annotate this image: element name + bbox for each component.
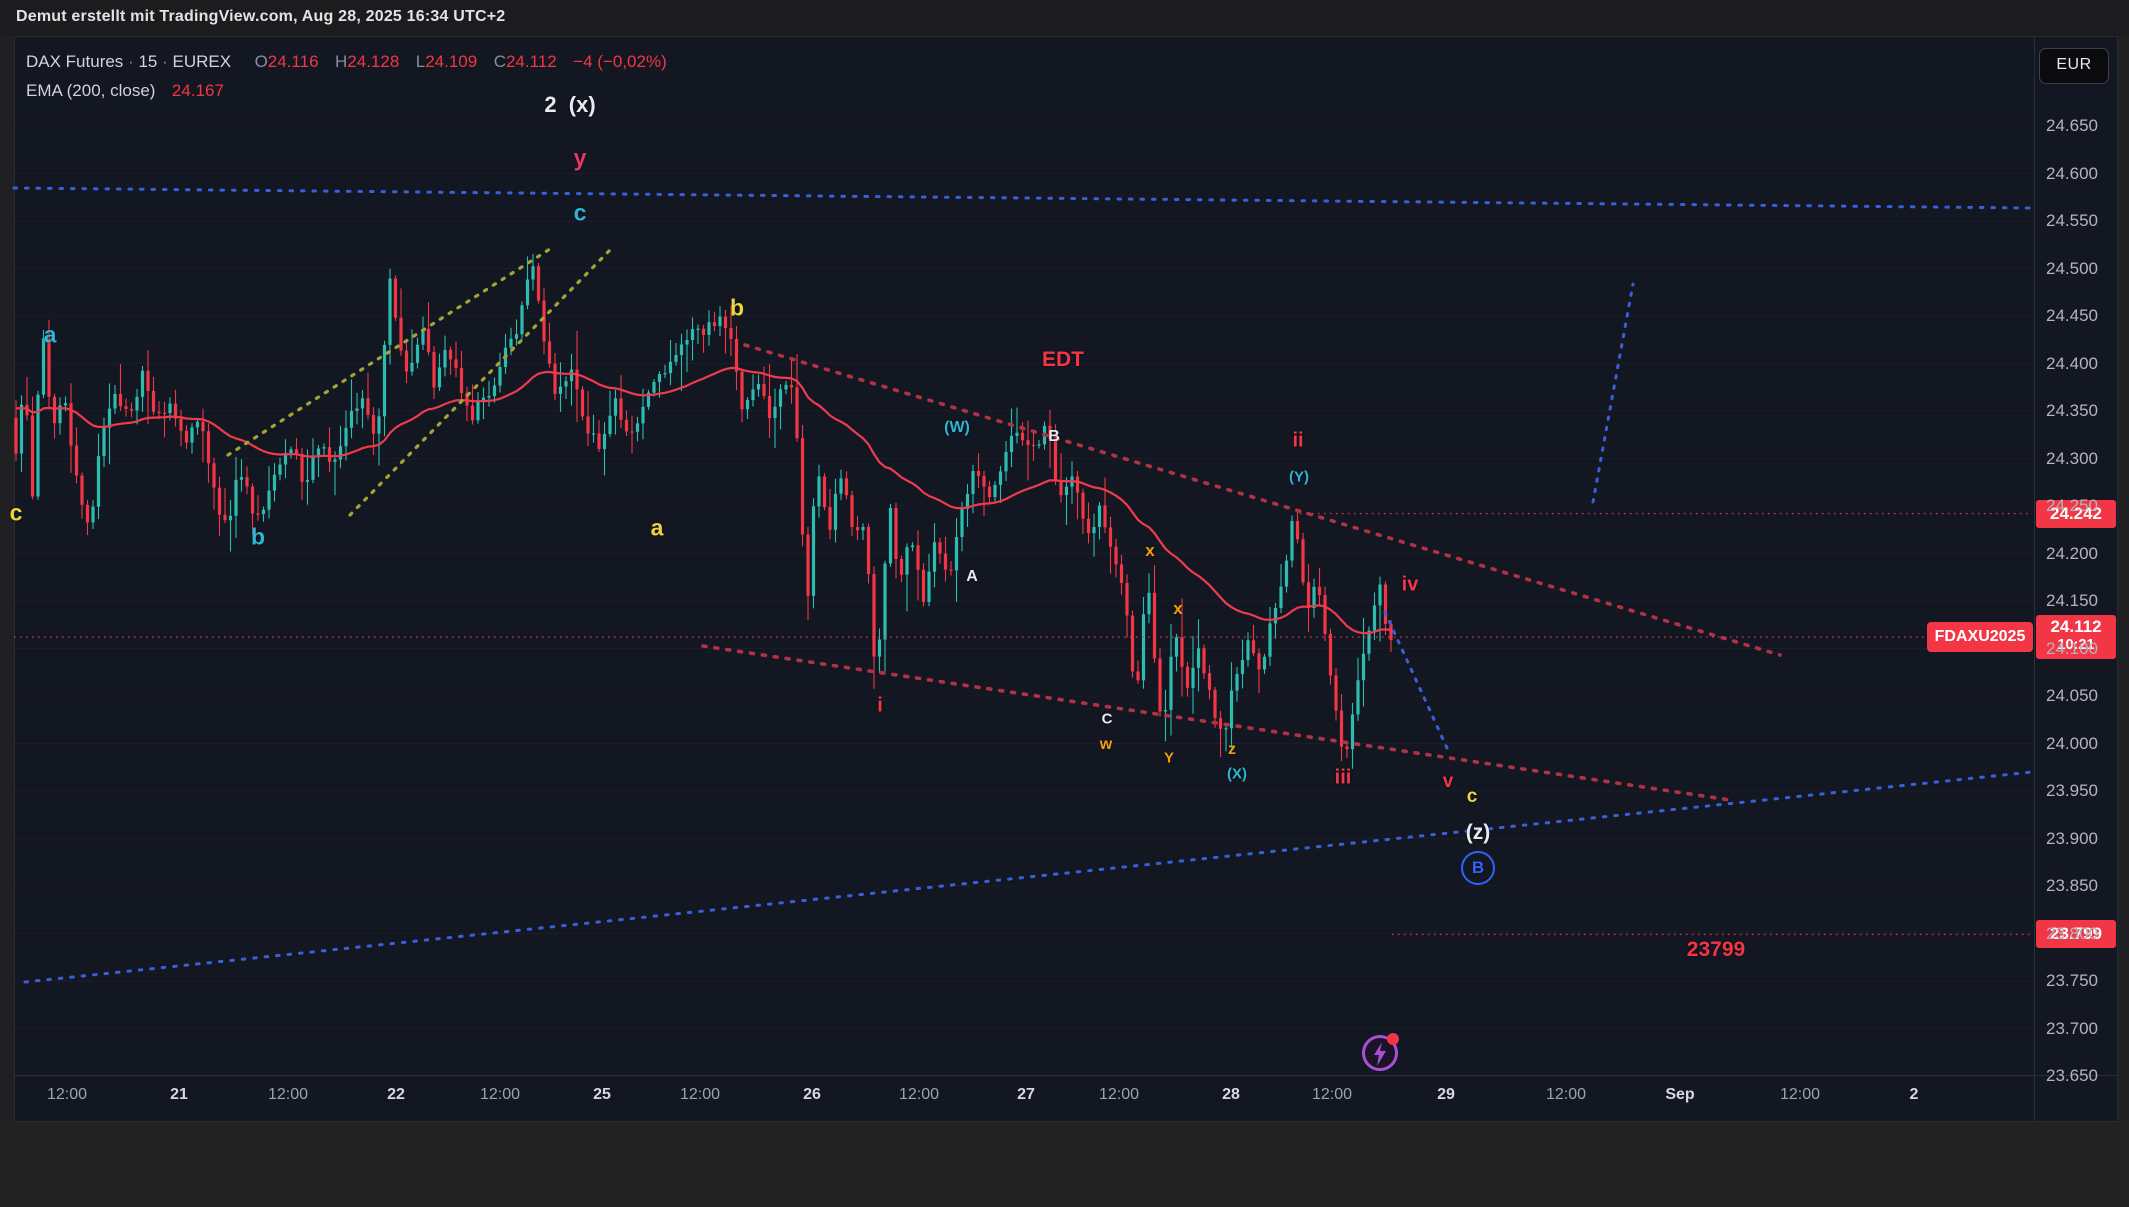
wave-label-c[interactable]: c: [1467, 786, 1478, 808]
time-tick-label: 12:00: [47, 1086, 87, 1104]
price-tick-label: 24.000: [2046, 734, 2098, 754]
ohlc-close-label: C: [494, 52, 506, 71]
wave-label-y[interactable]: (Y): [1289, 469, 1309, 486]
legend-change: −4 (−0,02%): [573, 52, 667, 71]
wave-label-v[interactable]: v: [1443, 771, 1454, 793]
time-tick-label: 12:00: [1780, 1086, 1820, 1104]
time-tick-label: 29: [1437, 1086, 1455, 1104]
wave-label-2x[interactable]: 2 (x): [544, 92, 595, 118]
ohlc-high-label: H: [335, 52, 347, 71]
wave-label-ii[interactable]: ii: [1292, 430, 1303, 453]
time-tick-label: 21: [170, 1086, 188, 1104]
wave-label-c[interactable]: c: [10, 500, 23, 527]
candlestick-chart[interactable]: [0, 0, 2129, 1207]
ohlc-low-value: 24.109: [425, 52, 477, 71]
wave-label-i[interactable]: i: [877, 695, 883, 718]
ema-label: EMA (200, close): [26, 81, 155, 100]
time-tick-label: 28: [1222, 1086, 1240, 1104]
wave-label-c[interactable]: c: [574, 200, 587, 227]
notification-dot: [1387, 1033, 1399, 1045]
wave-label-x[interactable]: x: [1173, 599, 1182, 619]
price-tick-label: 24.200: [2046, 544, 2098, 564]
wave-label-edt[interactable]: EDT: [1042, 348, 1084, 372]
time-tick-label: Sep: [1665, 1086, 1694, 1104]
footer-bar: TradingView: [0, 1122, 2129, 1207]
price-tick-label: 24.500: [2046, 259, 2098, 279]
contract-tag[interactable]: FDAXU2025: [1927, 622, 2033, 652]
time-tick-label: 12:00: [1099, 1086, 1139, 1104]
wave-label-x[interactable]: x: [1145, 541, 1154, 561]
currency-button[interactable]: EUR: [2039, 48, 2109, 84]
wave-label-z[interactable]: z: [1228, 741, 1236, 759]
price-tick-label: 23.700: [2046, 1019, 2098, 1039]
wave-label-a[interactable]: a: [651, 515, 664, 542]
wave-label-iv[interactable]: iv: [1402, 574, 1419, 597]
wave-label-b[interactable]: b: [251, 524, 265, 551]
ohlc-high-value: 24.128: [347, 52, 399, 71]
price-tick-label: 24.400: [2046, 354, 2098, 374]
price-tick-label: 23.950: [2046, 781, 2098, 801]
time-tick-label: 12:00: [680, 1086, 720, 1104]
wave-label-a[interactable]: a: [44, 322, 57, 349]
wave-label-z[interactable]: (z): [1466, 821, 1491, 845]
price-tick-label: 24.550: [2046, 211, 2098, 231]
legend-separator: ·: [128, 52, 134, 71]
price-tick-label: 24.450: [2046, 306, 2098, 326]
legend-exchange: EUREX: [173, 52, 232, 71]
price-tick-label: 24.150: [2046, 591, 2098, 611]
wave-label-23799[interactable]: 23799: [1687, 938, 1745, 962]
price-tick-label: 23.750: [2046, 971, 2098, 991]
wave-label-y[interactable]: y: [574, 145, 587, 172]
price-tick-label: 23.850: [2046, 876, 2098, 896]
time-tick-label: 2: [1910, 1086, 1919, 1104]
price-tick-label: 24.050: [2046, 686, 2098, 706]
legend-separator: ·: [162, 52, 168, 71]
time-tick-label: 12:00: [268, 1086, 308, 1104]
time-tick-label: 12:00: [1312, 1086, 1352, 1104]
symbol-legend[interactable]: DAX Futures · 15 · EUREX O24.116 H24.128…: [26, 52, 667, 72]
time-tick-label: 12:00: [1546, 1086, 1586, 1104]
last-price-value: 24.112: [2050, 617, 2101, 636]
ohlc-close-value: 24.112: [506, 52, 557, 71]
wave-label-w[interactable]: w: [1100, 736, 1112, 754]
price-tick-label: 24.100: [2046, 639, 2098, 659]
ema-legend[interactable]: EMA (200, close) 24.167: [26, 81, 224, 101]
price-tick-label: 24.350: [2046, 401, 2098, 421]
wave-label-b[interactable]: b: [730, 295, 744, 322]
lightning-icon: [1372, 1042, 1388, 1066]
ohlc-open-label: O: [255, 52, 268, 71]
wave-label-y[interactable]: Y: [1164, 750, 1174, 767]
time-tick-label: 26: [803, 1086, 821, 1104]
time-tick-label: 25: [593, 1086, 611, 1104]
ohlc-low-label: L: [416, 52, 425, 71]
wave-label-w[interactable]: (W): [944, 419, 970, 437]
time-tick-label: 27: [1017, 1086, 1035, 1104]
wave-label-c[interactable]: C: [1102, 711, 1113, 728]
price-tick-label: 23.900: [2046, 829, 2098, 849]
time-tick-label: 12:00: [480, 1086, 520, 1104]
price-tick-label: 24.600: [2046, 164, 2098, 184]
wave-label-a[interactable]: A: [966, 568, 978, 586]
price-tick-label: 24.250: [2046, 496, 2098, 516]
wave-label-iii[interactable]: iii: [1335, 767, 1352, 790]
time-tick-label: 12:00: [899, 1086, 939, 1104]
price-tick-label: 23.650: [2046, 1066, 2098, 1086]
wave-label-b[interactable]: B: [1048, 428, 1060, 446]
wave-label-b[interactable]: B: [1461, 851, 1495, 885]
ohlc-open-value: 24.116: [268, 52, 319, 71]
price-tick-label: 23.800: [2046, 924, 2098, 944]
time-tick-label: 22: [387, 1086, 405, 1104]
legend-interval: 15: [138, 52, 157, 71]
ema-value: 24.167: [172, 81, 224, 100]
wave-label-x[interactable]: (X): [1227, 766, 1247, 783]
price-tick-label: 24.300: [2046, 449, 2098, 469]
price-tick-label: 24.650: [2046, 116, 2098, 136]
flash-badge[interactable]: [1362, 1035, 1398, 1071]
legend-symbol: DAX Futures: [26, 52, 123, 71]
